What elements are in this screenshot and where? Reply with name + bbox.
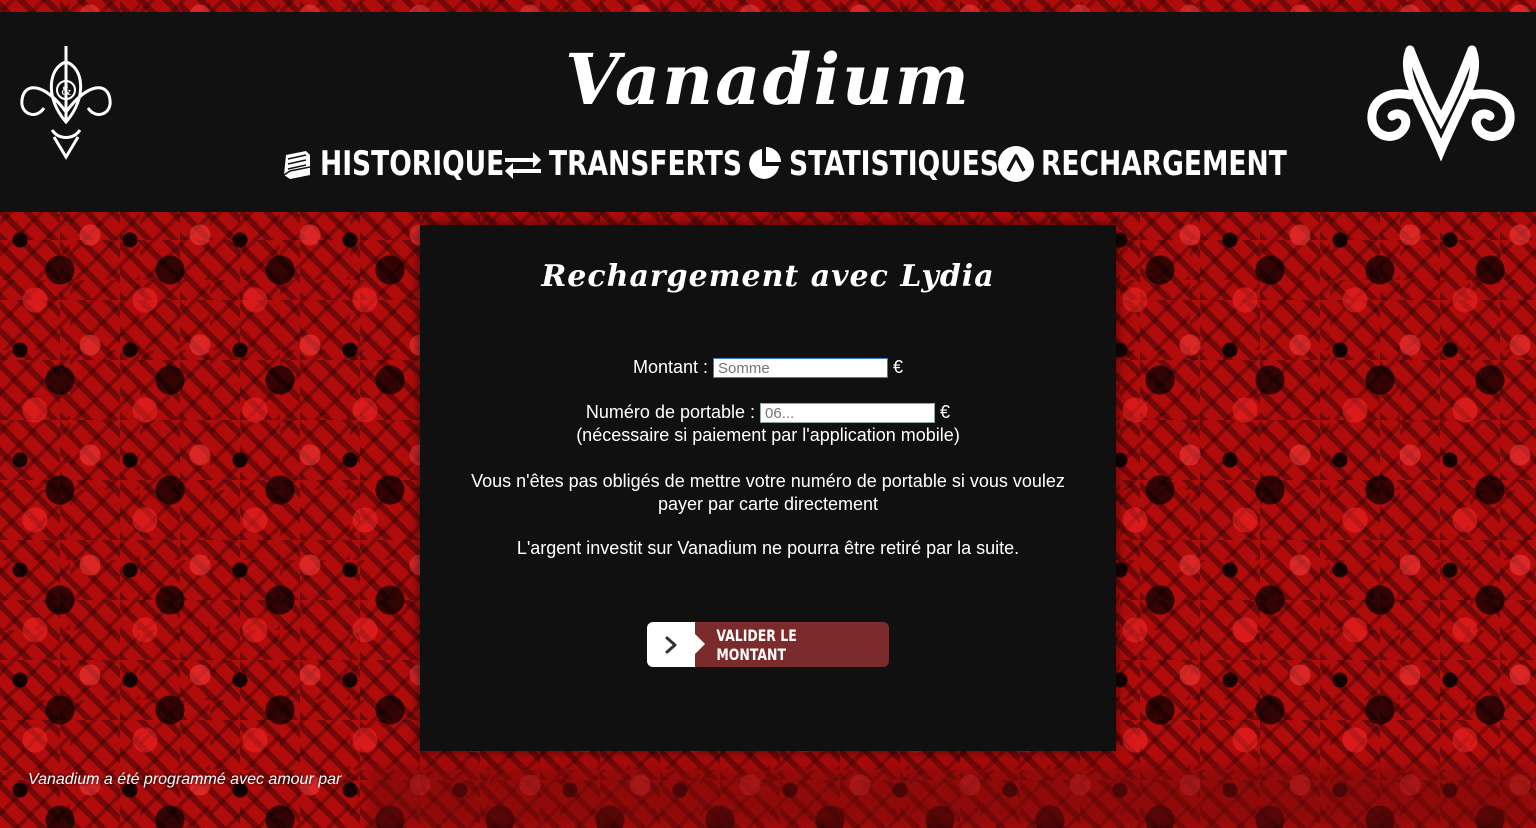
phone-note: (nécessaire si paiement par l'applicatio… [576, 425, 960, 445]
warning-text: L'argent investit sur Vanadium ne pourra… [516, 538, 1020, 558]
book-icon [280, 147, 314, 181]
footer-redacted-names [368, 766, 1536, 828]
validate-amount-button[interactable]: VALIDER LE MONTANT [647, 622, 889, 667]
amount-currency: € [893, 357, 904, 377]
nav-label: TRANSFERTS [549, 144, 742, 184]
lydia-icon [997, 145, 1035, 183]
main-nav: HISTORIQUE TRANSFERTS STATISTIQUES RECHA… [0, 138, 1536, 190]
footer-credit: Vanadium a été programmé avec amour par [28, 771, 342, 788]
brand-title[interactable]: Vanadium [0, 38, 1536, 122]
pie-chart-icon [745, 145, 783, 183]
nav-label: RECHARGEMENT [1041, 144, 1287, 184]
nav-historique[interactable]: HISTORIQUE [280, 144, 504, 184]
exchange-icon [503, 147, 543, 181]
nav-transferts[interactable]: TRANSFERTS [503, 144, 742, 184]
nav-statistiques[interactable]: STATISTIQUES [745, 144, 999, 184]
phone-row: Numéro de portable : € [420, 401, 1116, 424]
amount-label: Montant : [632, 357, 708, 377]
info-line-2: payer par carte directement [657, 494, 879, 514]
panel-title: Rechargement avec Lydia [541, 259, 995, 294]
button-label-box: VALIDER LE MONTANT [695, 622, 889, 667]
nav-label: STATISTIQUES [789, 144, 999, 184]
amount-input[interactable] [713, 358, 889, 379]
vw-monogram-logo [1360, 40, 1522, 164]
phone-currency: € [940, 402, 951, 422]
validate-button-label: VALIDER LE MONTANT [716, 625, 797, 664]
nav-rechargement[interactable]: RECHARGEMENT [997, 144, 1287, 184]
chevron-right-icon [647, 622, 705, 667]
header-bar: & Vanadium HISTORIQUE TRANSFERTS STATIST… [0, 12, 1536, 212]
phone-input[interactable] [760, 403, 936, 424]
recharge-panel: Rechargement avec Lydia Montant : € Numé… [420, 225, 1116, 751]
phone-label: Numéro de portable : [585, 402, 756, 422]
info-line-1: Vous n'êtes pas obligés de mettre votre … [471, 471, 1065, 491]
nav-label: HISTORIQUE [320, 144, 505, 184]
amount-row: Montant : € [420, 356, 1116, 379]
